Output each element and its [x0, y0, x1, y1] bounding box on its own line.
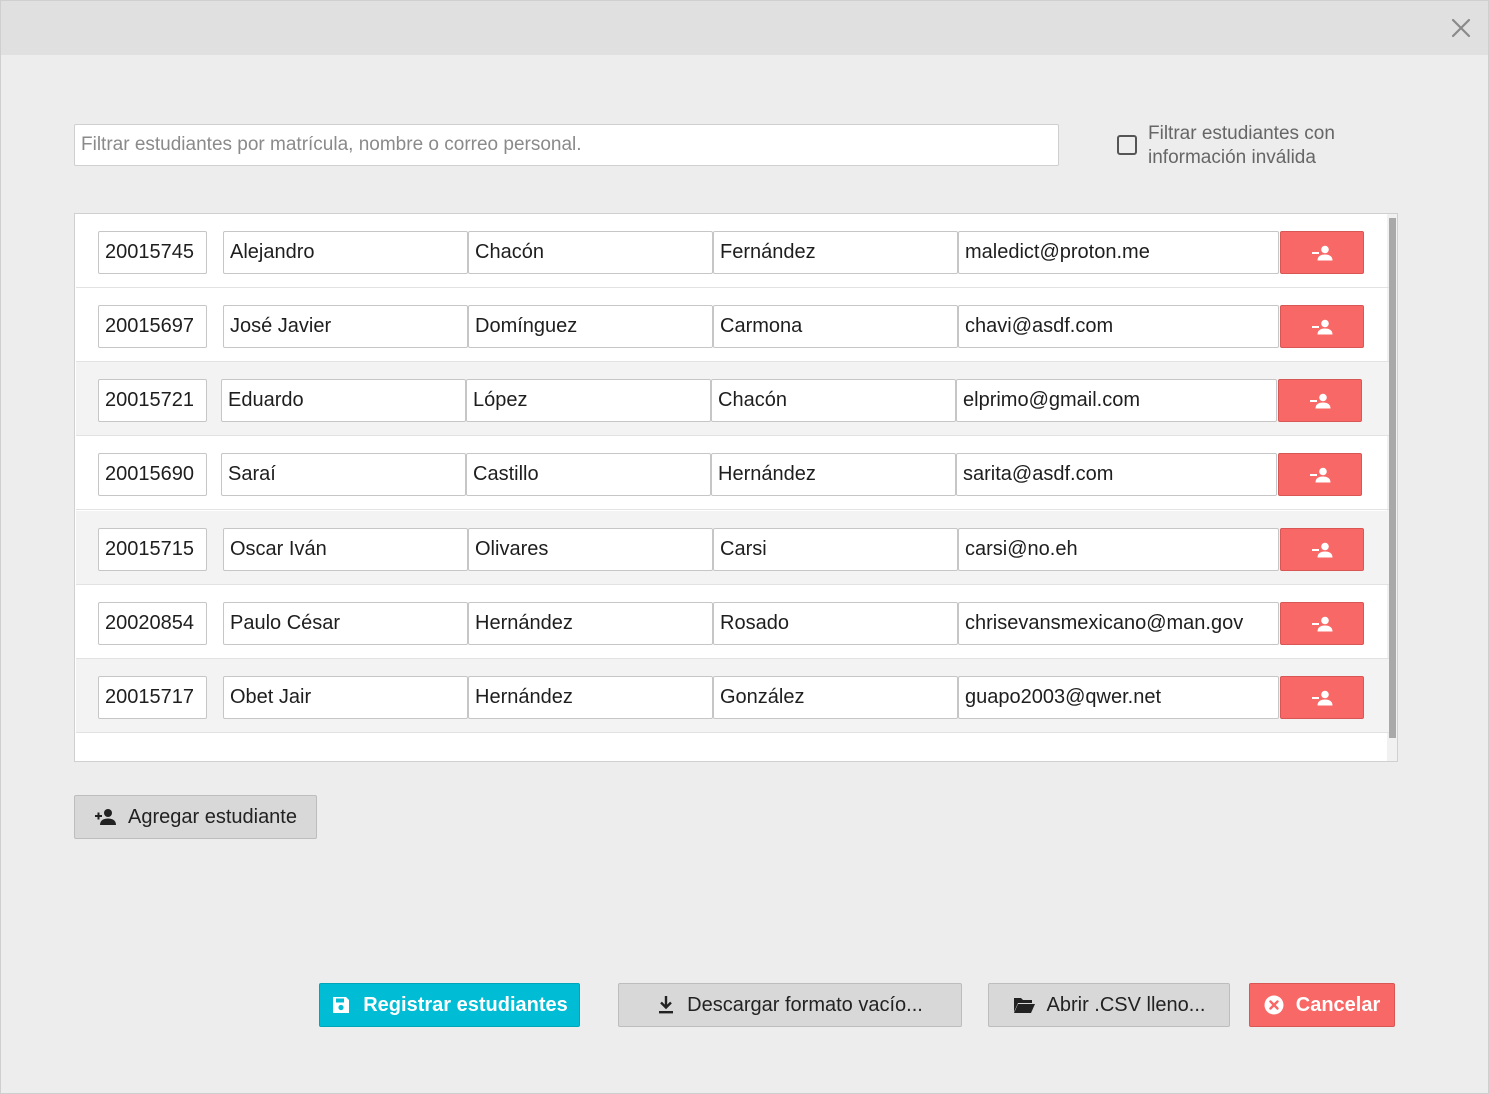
list-scrollbar-thumb[interactable]	[1389, 218, 1396, 738]
invalid-info-checkbox-label: Filtrar estudiantes con información invá…	[1148, 123, 1335, 168]
folder-open-icon	[1013, 998, 1035, 1013]
dialog-titlebar	[1, 1, 1488, 55]
apellido-materno-field[interactable]: Carmona	[713, 305, 958, 348]
apellido-materno-field[interactable]: Hernández	[711, 453, 956, 496]
student-row: 20015717 Obet Jair Hernández González guapo2…	[76, 659, 1389, 733]
matricula-field[interactable]: 20015717	[98, 676, 207, 719]
apellido-materno-field[interactable]: Rosado	[713, 602, 958, 645]
student-row: 20015721 Eduardo López Chacón elprimo@gmail.…	[76, 362, 1389, 436]
open-csv-button[interactable]: Abrir .CSV lleno...	[988, 983, 1230, 1027]
download-template-label: Descargar formato vacío...	[687, 993, 923, 1016]
remove-student-button[interactable]	[1278, 379, 1362, 422]
apellido-paterno-field[interactable]: Hernández	[468, 602, 713, 645]
student-row: 20015715 Oscar Iván Olivares Carsi carsi@no.…	[76, 511, 1389, 585]
apellido-materno-field[interactable]: González	[713, 676, 958, 719]
student-row: 20015690 Saraí Castillo Hernández sarita@asd…	[76, 436, 1389, 510]
apellido-paterno-field[interactable]: López	[466, 379, 711, 422]
student-list: 20015745 Alejandro Chacón Fernández maledict…	[74, 213, 1398, 762]
person-remove-icon	[1310, 467, 1331, 482]
apellido-materno-field[interactable]: Fernández	[713, 231, 958, 274]
apellido-paterno-field[interactable]: Hernández	[468, 676, 713, 719]
open-csv-label: Abrir .CSV lleno...	[1046, 993, 1206, 1016]
apellido-paterno-field[interactable]: Olivares	[468, 528, 713, 571]
register-students-button[interactable]: Registrar estudiantes	[319, 983, 580, 1027]
student-row: 20015697 José Javier Domínguez Carmona chavi…	[76, 288, 1389, 362]
matricula-field[interactable]: 20020854	[98, 602, 207, 645]
matricula-field[interactable]: 20015715	[98, 528, 207, 571]
cancel-button[interactable]: Cancelar	[1249, 983, 1395, 1027]
person-remove-icon	[1312, 542, 1333, 557]
close-button[interactable]	[1446, 13, 1476, 43]
remove-student-button[interactable]	[1280, 231, 1364, 274]
person-add-icon	[94, 809, 116, 825]
person-remove-icon	[1310, 393, 1331, 408]
correo-field[interactable]: carsi@no.eh	[958, 528, 1279, 571]
nombre-field[interactable]: Eduardo	[221, 379, 466, 422]
download-template-button[interactable]: Descargar formato vacío...	[618, 983, 962, 1027]
correo-field[interactable]: elprimo@gmail.com	[956, 379, 1277, 422]
matricula-field[interactable]: 20015745	[98, 231, 207, 274]
person-remove-icon	[1312, 319, 1333, 334]
apellido-paterno-field[interactable]: Castillo	[466, 453, 711, 496]
student-row: 20015745 Alejandro Chacón Fernández maledict…	[76, 214, 1389, 288]
close-icon	[1451, 18, 1471, 38]
cancel-label: Cancelar	[1295, 993, 1381, 1016]
remove-student-button[interactable]	[1280, 528, 1364, 571]
remove-student-button[interactable]	[1280, 602, 1364, 645]
nombre-field[interactable]: José Javier	[223, 305, 468, 348]
student-import-dialog: Filtrar estudiantes con información invá…	[0, 0, 1489, 1094]
student-filter-input[interactable]	[74, 124, 1059, 166]
remove-student-button[interactable]	[1280, 676, 1364, 719]
invalid-info-checkbox[interactable]	[1117, 135, 1137, 155]
apellido-materno-field[interactable]: Carsi	[713, 528, 958, 571]
invalid-info-filter[interactable]: Filtrar estudiantes con información invá…	[1117, 122, 1377, 172]
matricula-field[interactable]: 20015697	[98, 305, 207, 348]
person-remove-icon	[1312, 245, 1333, 260]
matricula-field[interactable]: 20015690	[98, 453, 207, 496]
remove-student-button[interactable]	[1278, 453, 1362, 496]
student-row: 20020854 Paulo César Hernández Rosado chrise…	[76, 585, 1389, 659]
register-students-label: Registrar estudiantes	[363, 993, 568, 1016]
add-student-label: Agregar estudiante	[127, 805, 297, 828]
correo-field[interactable]: maledict@proton.me	[958, 231, 1279, 274]
apellido-materno-field[interactable]: Chacón	[711, 379, 956, 422]
correo-field[interactable]: chavi@asdf.com	[958, 305, 1279, 348]
download-icon	[659, 996, 674, 1014]
nombre-field[interactable]: Saraí	[221, 453, 466, 496]
save-icon	[333, 997, 350, 1013]
matricula-field[interactable]: 20015721	[98, 379, 207, 422]
apellido-paterno-field[interactable]: Domínguez	[468, 305, 713, 348]
apellido-paterno-field[interactable]: Chacón	[468, 231, 713, 274]
nombre-field[interactable]: Obet Jair	[223, 676, 468, 719]
nombre-field[interactable]: Alejandro	[223, 231, 468, 274]
remove-student-button[interactable]	[1280, 305, 1364, 348]
correo-field[interactable]: sarita@asdf.com	[956, 453, 1277, 496]
cancel-circle-icon	[1264, 995, 1284, 1015]
nombre-field[interactable]: Oscar Iván	[223, 528, 468, 571]
add-student-button[interactable]: Agregar estudiante	[74, 795, 317, 839]
person-remove-icon	[1312, 616, 1333, 631]
person-remove-icon	[1312, 690, 1333, 705]
nombre-field[interactable]: Paulo César	[223, 602, 468, 645]
correo-field[interactable]: guapo2003@qwer.net	[958, 676, 1279, 719]
correo-field[interactable]: chrisevansmexicano@man.gov	[958, 602, 1279, 645]
